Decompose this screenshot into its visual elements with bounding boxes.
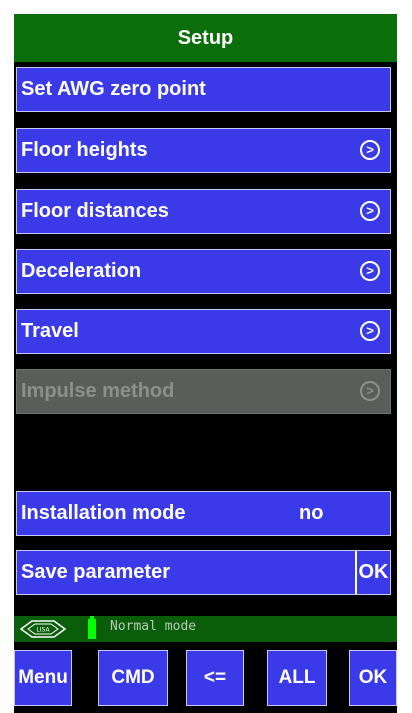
menu-item-label: Floor heights <box>21 139 148 161</box>
chevron-right-icon: > <box>360 201 380 221</box>
save-ok-button[interactable]: OK <box>355 551 390 594</box>
back-softkey[interactable]: <= <box>186 650 244 706</box>
menu-item-floor-distances[interactable]: Floor distances > <box>16 189 391 234</box>
menu-item-label: Impulse method <box>21 380 175 402</box>
menu-item-label: Set AWG zero point <box>21 78 206 100</box>
menu-softkey[interactable]: Menu <box>14 650 72 706</box>
menu-item-label: Travel <box>21 320 79 342</box>
logo-text: LISA <box>36 627 50 634</box>
menu-item-travel[interactable]: Travel > <box>16 309 391 354</box>
installation-mode-row[interactable]: Installation mode no <box>16 491 391 536</box>
status-bar: LISA Normal mode <box>14 616 397 642</box>
menu-item-floor-heights[interactable]: Floor heights > <box>16 128 391 173</box>
menu-item-deceleration[interactable]: Deceleration > <box>16 249 391 294</box>
softkey-bar: Menu CMD <= ALL OK <box>14 642 397 713</box>
menu-item-impulse-method: Impulse method > <box>16 369 391 414</box>
ok-softkey[interactable]: OK <box>349 650 397 706</box>
chevron-right-icon: > <box>360 140 380 160</box>
chevron-right-icon: > <box>360 261 380 281</box>
menu-item-set-awg-zero-point[interactable]: Set AWG zero point <box>16 67 391 112</box>
setup-screen: Setup Set AWG zero point Floor heights >… <box>14 14 397 713</box>
chevron-right-icon: > <box>360 381 380 401</box>
save-parameter-row: Save parameter OK <box>16 550 391 595</box>
chevron-right-icon: > <box>360 321 380 341</box>
menu-item-label: Deceleration <box>21 260 142 282</box>
menu-item-label: Floor distances <box>21 200 169 222</box>
status-mode-text: Normal mode <box>110 619 197 634</box>
installation-mode-value: no <box>299 502 324 524</box>
all-softkey[interactable]: ALL <box>267 650 327 706</box>
battery-icon <box>88 616 96 639</box>
installation-mode-label: Installation mode <box>21 502 186 524</box>
save-parameter-label: Save parameter <box>21 561 170 583</box>
lisa-logo-icon: LISA <box>20 620 66 638</box>
cmd-softkey[interactable]: CMD <box>98 650 168 706</box>
page-title: Setup <box>14 14 397 62</box>
